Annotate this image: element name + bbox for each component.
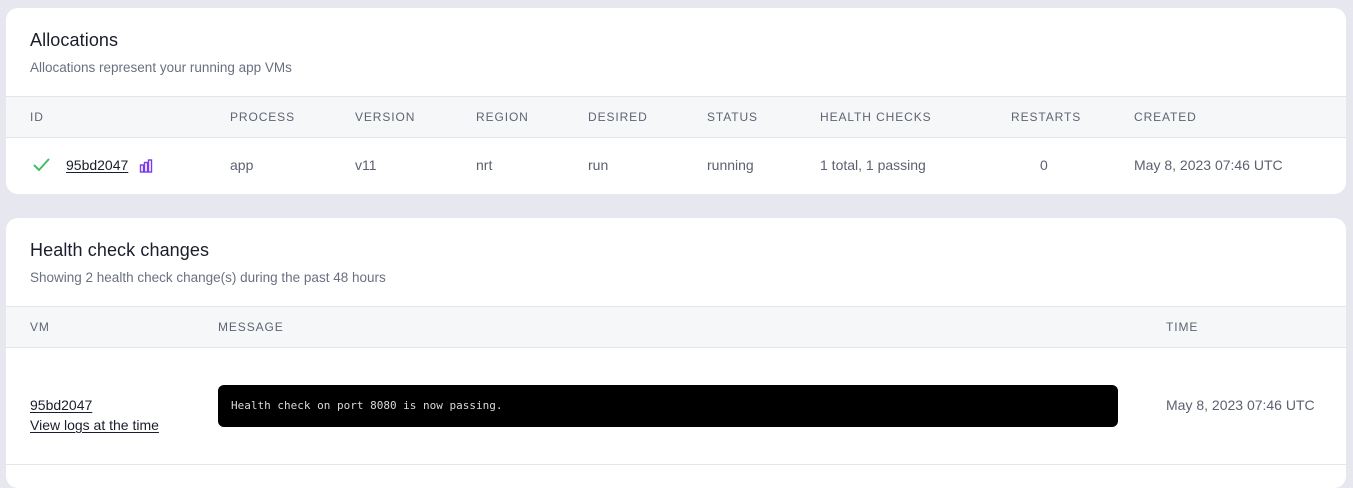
status-cell: running [707, 157, 754, 173]
allocations-table-header: ID PROCESS VERSION REGION DESIRED STATUS… [6, 96, 1346, 138]
allocation-id-link[interactable]: 95bd2047 [66, 157, 128, 173]
region-cell: nrt [476, 157, 493, 173]
col-health-checks: HEALTH CHECKS [820, 110, 932, 124]
restarts-cell: 0 [1040, 157, 1048, 173]
view-logs-link[interactable]: View logs at the time [30, 417, 159, 433]
process-cell: app [230, 157, 254, 173]
row-divider [6, 464, 1346, 465]
created-cell: May 8, 2023 07:46 UTC [1134, 157, 1283, 173]
health-table-header: VM MESSAGE TIME [6, 306, 1346, 348]
health-check-changes-card: Health check changes Showing 2 health ch… [6, 218, 1346, 488]
check-icon [33, 158, 50, 171]
col-region: REGION [476, 110, 529, 124]
health-changes-subtitle: Showing 2 health check change(s) during … [30, 270, 386, 285]
col-desired: DESIRED [588, 110, 648, 124]
col-status: STATUS [707, 110, 758, 124]
desired-cell: run [588, 157, 609, 173]
health-checks-cell: 1 total, 1 passing [820, 157, 926, 173]
col-version: VERSION [355, 110, 416, 124]
version-cell: v11 [355, 157, 377, 173]
health-changes-title: Health check changes [30, 240, 210, 260]
col-process: PROCESS [230, 110, 295, 124]
col-vm: VM [30, 320, 50, 334]
col-time: TIME [1166, 320, 1199, 334]
col-id: ID [30, 110, 44, 124]
allocations-subtitle: Allocations represent your running app V… [30, 60, 292, 75]
message-text: Health check on port 8080 is now passing… [231, 399, 503, 412]
message-terminal: Health check on port 8080 is now passing… [218, 385, 1118, 427]
col-message: MESSAGE [218, 320, 284, 334]
time-cell: May 8, 2023 07:46 UTC [1166, 397, 1315, 413]
col-created: CREATED [1134, 110, 1197, 124]
col-restarts: RESTARTS [1011, 110, 1082, 124]
bar-chart-icon[interactable] [139, 159, 153, 173]
allocations-title: Allocations [30, 30, 119, 50]
allocations-card: Allocations Allocations represent your r… [6, 8, 1346, 194]
vm-id-link[interactable]: 95bd2047 [30, 397, 92, 413]
